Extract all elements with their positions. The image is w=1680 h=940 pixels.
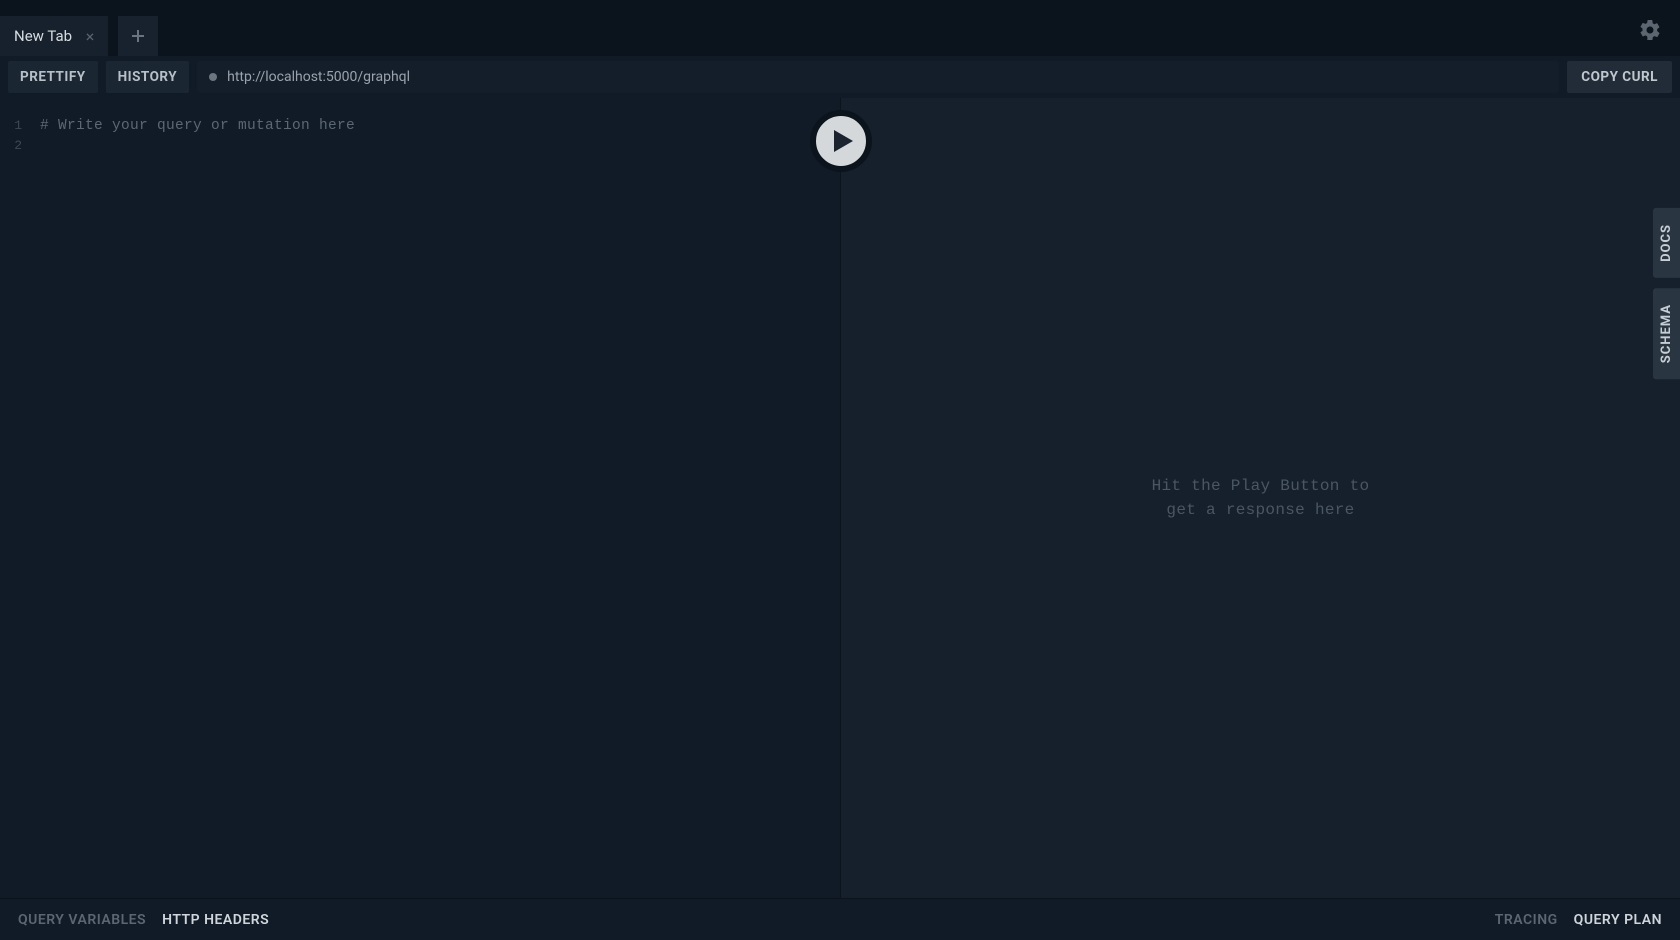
tracing-tab[interactable]: TRACING — [1495, 912, 1558, 928]
tab-bar: New Tab × — [0, 0, 1680, 56]
schema-tab[interactable]: SCHEMA — [1653, 288, 1680, 379]
execute-button[interactable] — [810, 110, 872, 172]
tab-label: New Tab — [14, 27, 72, 45]
line-number: 1 — [0, 116, 22, 136]
query-plan-tab[interactable]: QUERY PLAN — [1574, 912, 1662, 928]
docs-tab[interactable]: DOCS — [1653, 208, 1680, 278]
history-button[interactable]: HISTORY — [106, 61, 189, 93]
response-pane: Hit the Play Button to get a response he… — [841, 98, 1680, 898]
plus-icon — [130, 28, 146, 44]
gear-icon — [1638, 18, 1662, 42]
response-placeholder: Hit the Play Button to get a response he… — [1152, 474, 1370, 522]
footer-right: TRACING QUERY PLAN — [1495, 912, 1662, 928]
close-icon[interactable]: × — [82, 27, 98, 46]
toolbar: PRETTIFY HISTORY COPY CURL — [0, 56, 1680, 98]
footer-left: QUERY VARIABLES HTTP HEADERS — [18, 912, 269, 928]
footer: QUERY VARIABLES HTTP HEADERS TRACING QUE… — [0, 898, 1680, 940]
side-tabs: DOCS SCHEMA — [1653, 208, 1680, 379]
copy-curl-button[interactable]: COPY CURL — [1567, 61, 1672, 93]
endpoint-status-icon — [209, 73, 217, 81]
endpoint-input[interactable] — [227, 69, 1547, 85]
query-variables-tab[interactable]: QUERY VARIABLES — [18, 912, 146, 928]
app-root: New Tab × PRETTIFY HISTORY COPY CURL 1 2… — [0, 0, 1680, 940]
editor-content[interactable]: # Write your query or mutation here — [40, 116, 840, 136]
query-editor[interactable]: 1 2 # Write your query or mutation here — [0, 98, 840, 898]
prettify-button[interactable]: PRETTIFY — [8, 61, 98, 93]
new-tab-button[interactable] — [118, 16, 158, 56]
settings-button[interactable] — [1638, 18, 1662, 46]
http-headers-tab[interactable]: HTTP HEADERS — [162, 912, 269, 928]
line-number: 2 — [0, 136, 22, 156]
url-bar[interactable] — [197, 61, 1559, 93]
line-gutter: 1 2 — [0, 116, 28, 156]
tab-active[interactable]: New Tab × — [0, 16, 108, 56]
main-area: 1 2 # Write your query or mutation here … — [0, 98, 1680, 898]
play-icon — [832, 129, 854, 153]
